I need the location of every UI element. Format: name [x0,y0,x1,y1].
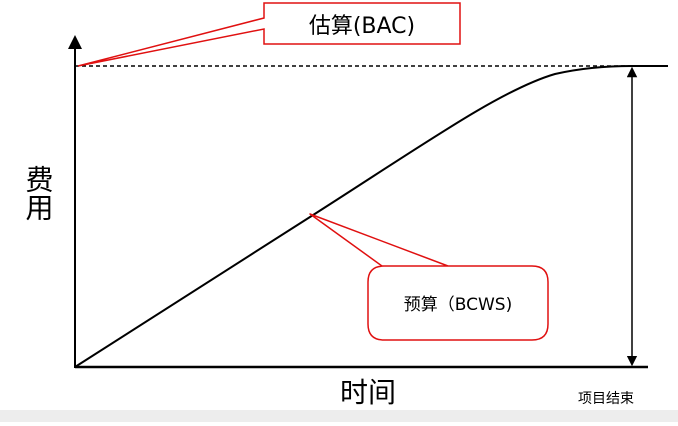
bac-callout-text: 估算(BAC) [309,14,415,39]
project-end-label: 项目结束 [578,391,634,407]
bcws-callout-shape [309,213,549,341]
y-axis-label: 费用 [22,165,55,221]
bcws-callout-text: 预算（BCWS) [404,295,512,315]
x-axis-label: 时间 [340,376,396,409]
cost-time-diagram: 费用 时间 项目结束 估算(BAC) 预算（BCWS) [0,0,678,422]
bcws-callout: 预算（BCWS) [309,213,549,341]
bac-callout: 估算(BAC) [77,2,461,67]
footer-strip [0,410,678,422]
